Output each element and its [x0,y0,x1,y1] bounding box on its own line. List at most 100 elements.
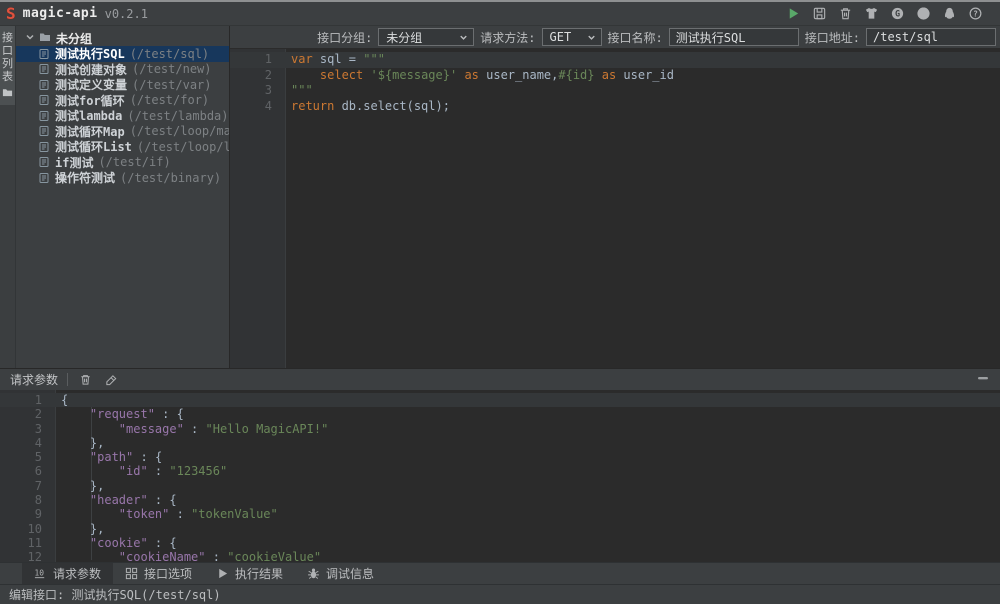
path-label: 接口地址: [805,29,860,46]
name-label: 接口名称: [608,29,663,46]
code-line: 8 "header" : { [0,493,1000,507]
tree-item[interactable]: 测试循环List(/test/loop/list) [16,139,229,155]
tab-label: 接口选项 [144,565,192,582]
line-number: 6 [0,464,56,478]
sidebar-tab-label: 接口列表 [2,31,13,83]
tree-item[interactable]: 测试定义变量 (/test/var) [16,77,229,93]
tree-item-path: (/test/new) [132,62,211,76]
tab-调试信息[interactable]: 调试信息 [295,563,386,584]
app-logo: S [6,6,16,22]
api-tree: 未分组 测试执行SQL(/test/sql)测试创建对象(/test/new)测… [16,26,230,368]
svg-text:?: ? [973,10,978,19]
method-select[interactable]: GET [542,28,602,46]
clean-icon[interactable] [103,372,119,388]
save-icon[interactable] [811,5,828,22]
folder-icon [39,31,51,46]
folder-icon [2,87,13,101]
code-line: 2 select '${message}' as user_name,#{id}… [230,68,1000,84]
code-line: 12 "cookieName" : "cookieValue" [0,550,1000,562]
tree-item[interactable]: if测试 (/test/if) [16,155,229,171]
method-label: 请求方法: [480,29,535,46]
chevron-down-icon [586,32,597,43]
delete-icon[interactable] [837,5,854,22]
tab-label: 调试信息 [326,565,374,582]
tree-item-name: if测试 [55,154,93,171]
line-number: 10 [0,522,56,536]
request-params-editor[interactable]: 1{2 "request" : {3 "message" : "Hello Ma… [0,390,1000,562]
tree-item-path: (/test/var) [132,78,211,92]
minimize-icon[interactable] [976,371,990,388]
run-icon[interactable] [785,5,802,22]
tab-label: 请求参数 [53,565,101,582]
tab-执行结果[interactable]: 执行结果 [204,563,295,584]
tree-item[interactable]: 操作符测试(/test/binary) [16,170,229,186]
group-label: 接口分组: [317,29,372,46]
editor-column: 接口分组: 未分组 请求方法: GET 接口名称: 接口地址: 1var sql [230,26,1000,368]
api-name-input[interactable] [669,28,799,46]
topbar: S magic-api v0.2.1 G? [0,2,1000,26]
line-number: 3 [0,422,56,436]
code-line: 4 }, [0,436,1000,450]
svg-text:10: 10 [34,568,44,577]
code-line: 7 }, [0,479,1000,493]
line-number: 3 [230,83,286,99]
tree-item-name: 测试循环List [55,138,132,155]
tree-item-name: 测试创建对象 [55,61,127,78]
tree-item-name: 测试循环Map [55,123,125,140]
line-number: 5 [0,450,56,464]
line-number: 11 [0,536,56,550]
tree-item-name: 操作符测试 [55,169,115,186]
code-line: 2 "request" : { [0,407,1000,421]
tree-item-path: (/test/loop/map) [130,124,230,138]
tree-item-path: (/test/lambda) [127,109,228,123]
params-icon: 10 [34,567,47,580]
line-number: 4 [230,99,286,115]
tree-root-group[interactable]: 未分组 [16,30,229,46]
script-code: 1var sql = """2 select '${message}' as u… [230,49,1000,115]
tree-item-name: 测试执行SQL [55,45,125,62]
params-panel-title: 请求参数 [10,371,58,388]
github-icon[interactable] [915,5,932,22]
line-number: 8 [0,493,56,507]
api-icon [38,79,50,91]
app-title: magic-api [23,6,98,21]
api-path-input[interactable] [866,28,996,46]
code-line: 10 }, [0,522,1000,536]
options-icon [125,567,138,580]
code-line: 1var sql = """ [230,52,1000,68]
group-select[interactable]: 未分组 [378,28,474,46]
script-editor[interactable]: 1var sql = """2 select '${message}' as u… [230,49,1000,368]
tree-item[interactable]: 测试循环Map (/test/loop/map) [16,124,229,140]
api-icon [38,110,50,122]
sidebar-tab-api-list[interactable]: 接口列表 [0,26,15,105]
status-text: 编辑接口: 测试执行SQL(/test/sql) [9,586,221,603]
divider [67,373,68,386]
api-tree-items: 测试执行SQL(/test/sql)测试创建对象(/test/new)测试定义变… [16,46,229,186]
main-row: 接口列表 未分组 测试执行SQL (/test/sql)测试创建对象 (/test/… [0,26,1000,368]
tree-item-name: 测试lambda [55,107,122,124]
gitee-icon[interactable]: G [889,5,906,22]
api-icon [38,125,50,137]
api-icon [38,172,50,184]
params-panel-actions [77,372,119,388]
params-panel-header: 请求参数 [0,368,1000,390]
tree-item[interactable]: 测试lambda (/test/lambda) [16,108,229,124]
line-number: 7 [0,479,56,493]
qq-icon[interactable] [941,5,958,22]
help-icon[interactable]: ? [967,5,984,22]
trash-icon[interactable] [77,372,93,388]
tree-item[interactable]: 测试for循环(/test/for) [16,93,229,109]
status-bar: 编辑接口: 测试执行SQL(/test/sql) [0,584,1000,604]
tree-item-name: 测试for循环 [55,92,125,109]
tab-接口选项[interactable]: 接口选项 [113,563,204,584]
tree-item-name: 测试定义变量 [55,76,127,93]
tree-item[interactable]: 测试执行SQL (/test/sql) [16,46,229,62]
tree-item-path: (/test/if) [98,155,170,169]
tab-请求参数[interactable]: 10 请求参数 [22,563,113,584]
tree-item-path: (/test/sql) [130,47,209,61]
line-number: 1 [230,52,286,68]
tree-item[interactable]: 测试创建对象 (/test/new) [16,62,229,78]
tool-strip: 接口列表 [0,26,16,368]
theme-icon[interactable] [863,5,880,22]
line-number: 12 [0,550,56,562]
